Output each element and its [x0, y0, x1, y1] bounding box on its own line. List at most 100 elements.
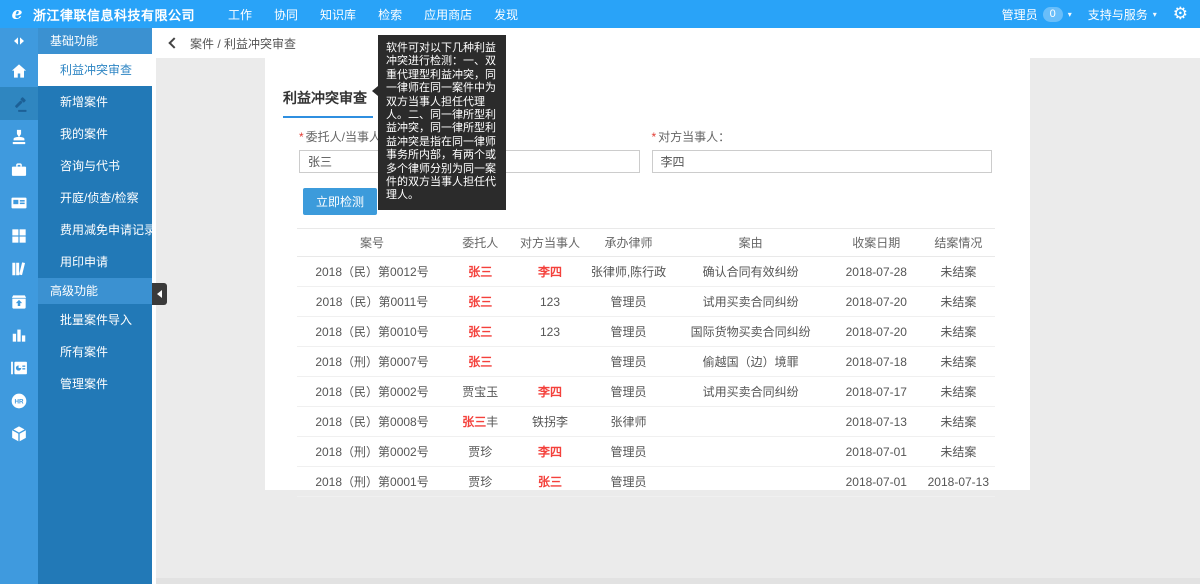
cell-opponent: 123: [513, 287, 586, 317]
highlighted-name: 张三: [468, 265, 492, 279]
cell-opponent: 123: [513, 317, 586, 347]
id-card-icon: [9, 193, 29, 213]
cell-client: 贾宝玉: [447, 377, 513, 407]
sidebar-icon-id-card[interactable]: [0, 186, 38, 219]
cell-client: 张三: [447, 347, 513, 377]
collapse-arrows-icon: [11, 33, 27, 49]
sidebar-item[interactable]: 我的案件: [38, 118, 152, 150]
cell-date: 2018-07-20: [831, 287, 922, 317]
cell-date: 2018-07-28: [831, 257, 922, 287]
cell-opponent: 李四: [513, 377, 586, 407]
sidebar-icon-home[interactable]: [0, 54, 38, 87]
svg-text:HR: HR: [14, 398, 24, 405]
cell-case-no: 2018（民）第0012号: [297, 257, 447, 287]
table-row[interactable]: 2018（民）第0008号张三丰铁拐李张律师2018-07-13未结案: [297, 407, 995, 437]
highlighted-name: 张三: [462, 415, 486, 429]
sidebar-icon-report[interactable]: [0, 351, 38, 384]
nav-item[interactable]: 工作: [217, 0, 263, 28]
required-asterisk: *: [652, 130, 657, 144]
sidebar-item[interactable]: 新增案件: [38, 86, 152, 118]
sidebar-icon-cases[interactable]: [0, 87, 38, 120]
app-shell: HR 基础功能利益冲突审查新增案件我的案件咨询与代书开庭/侦查/检察费用减免申请…: [0, 28, 1200, 584]
cell-case-no: 2018（民）第0008号: [297, 407, 447, 437]
nav-item[interactable]: 应用商店: [413, 0, 483, 28]
sidebar-section-header: 基础功能: [38, 28, 152, 54]
upload-box-icon: [9, 292, 29, 312]
settings-gear-icon[interactable]: ⚙: [1173, 6, 1188, 23]
stamp-icon: [9, 127, 29, 147]
cell-client: 张三丰: [447, 407, 513, 437]
cell-lawyer: 管理员: [587, 287, 671, 317]
cell-opponent: 李四: [513, 437, 586, 467]
sidebar-section-header: 高级功能: [38, 278, 152, 304]
breadcrumb: 案件 / 利益冲突审查: [190, 35, 296, 52]
tab-conflict-review[interactable]: 利益冲突审查: [283, 88, 373, 118]
collapse-left-triangle-icon: [157, 290, 162, 298]
cell-lawyer: 张律师: [587, 407, 671, 437]
support-menu[interactable]: 支持与服务 ▾: [1088, 6, 1157, 23]
library-icon: [9, 259, 29, 279]
navbar-right: 管理员 0 ▾ 支持与服务 ▾ ⚙: [1002, 6, 1188, 23]
cell-case-no: 2018（刑）第0007号: [297, 347, 447, 377]
sidebar-icon-library[interactable]: [0, 252, 38, 285]
hr-icon: HR: [9, 391, 29, 411]
nav-item[interactable]: 知识库: [309, 0, 367, 28]
cell-lawyer: 管理员: [587, 467, 671, 497]
sidebar-icon-hr[interactable]: HR: [0, 384, 38, 417]
sidebar-collapse-button[interactable]: [0, 28, 38, 54]
highlighted-name: 李四: [538, 445, 562, 459]
table-row[interactable]: 2018（民）第0012号张三李四张律师,陈行政确认合同有效纠纷2018-07-…: [297, 257, 995, 287]
sidebar-item[interactable]: 开庭/侦查/检察: [38, 182, 152, 214]
table-row[interactable]: 2018（刑）第0001号贾珍张三管理员2018-07-012018-07-13: [297, 467, 995, 497]
bar-chart-icon: [9, 325, 29, 345]
nav-item[interactable]: 检索: [367, 0, 413, 28]
table-row[interactable]: 2018（刑）第0007号张三管理员偷越国（边）境罪2018-07-18未结案: [297, 347, 995, 377]
cell-client: 贾珍: [447, 467, 513, 497]
briefcase-icon: [9, 160, 29, 180]
cell-cause: 国际货物买卖合同纠纷: [670, 317, 831, 347]
cell-status: 未结案: [922, 377, 995, 407]
cell-cause: 偷越国（边）境罪: [670, 347, 831, 377]
detect-button[interactable]: 立即检测: [303, 188, 377, 215]
sidebar-item[interactable]: 咨询与代书: [38, 150, 152, 182]
panel-collapse-handle[interactable]: [152, 283, 167, 305]
table-row[interactable]: 2018（民）第0011号张三123管理员试用买卖合同纠纷2018-07-20未…: [297, 287, 995, 317]
sidebar-item[interactable]: 所有案件: [38, 336, 152, 368]
opponent-field-group: *对方当事人：: [652, 128, 993, 173]
table-row[interactable]: 2018（刑）第0002号贾珍李四管理员2018-07-01未结案: [297, 437, 995, 467]
sidebar-icon-grid[interactable]: [0, 219, 38, 252]
table-row[interactable]: 2018（民）第0002号贾宝玉李四管理员试用买卖合同纠纷2018-07-17未…: [297, 377, 995, 407]
opponent-input[interactable]: [652, 150, 993, 173]
sidebar-item[interactable]: 批量案件导入: [38, 304, 152, 336]
back-chevron-icon[interactable]: [168, 37, 179, 48]
sidebar-icon-upload[interactable]: [0, 285, 38, 318]
cell-cause: [670, 437, 831, 467]
required-asterisk: *: [299, 130, 304, 144]
cell-status: 未结案: [922, 257, 995, 287]
sidebar-item[interactable]: 费用减免申请记录: [38, 214, 152, 246]
report-icon: [9, 358, 29, 378]
sidebar-icon-bar-chart[interactable]: [0, 318, 38, 351]
user-label: 管理员: [1002, 6, 1038, 23]
opponent-label: *对方当事人：: [652, 128, 993, 145]
conflict-info-tooltip: 软件可对以下几种利益冲突进行检测：一、双重代理型利益冲突，同一律师在同一案件中为…: [378, 35, 506, 210]
highlighted-name: 张三: [468, 295, 492, 309]
sidebar-icon-briefcase[interactable]: [0, 153, 38, 186]
nav-item[interactable]: 协同: [263, 0, 309, 28]
cell-case-no: 2018（民）第0011号: [297, 287, 447, 317]
sidebar-menu: 基础功能利益冲突审查新增案件我的案件咨询与代书开庭/侦查/检察费用减免申请记录用…: [38, 28, 152, 584]
user-menu[interactable]: 管理员 0 ▾: [1002, 6, 1072, 23]
cell-lawyer: 管理员: [587, 317, 671, 347]
sidebar-icon-cube[interactable]: [0, 417, 38, 450]
cell-client: 张三: [447, 317, 513, 347]
support-label: 支持与服务: [1088, 6, 1148, 23]
sidebar-item[interactable]: 利益冲突审查: [38, 54, 152, 86]
cell-date: 2018-07-20: [831, 317, 922, 347]
tooltip-text: 软件可对以下几种利益冲突进行检测：一、双重代理型利益冲突，同一律师在同一案件中为…: [386, 42, 496, 201]
sidebar-icon-stamp[interactable]: [0, 120, 38, 153]
table-row[interactable]: 2018（民）第0010号张三123管理员国际货物买卖合同纠纷2018-07-2…: [297, 317, 995, 347]
sidebar-item[interactable]: 用印申请: [38, 246, 152, 278]
column-header: 对方当事人: [513, 229, 586, 257]
sidebar-item[interactable]: 管理案件: [38, 368, 152, 400]
nav-item[interactable]: 发现: [483, 0, 529, 28]
